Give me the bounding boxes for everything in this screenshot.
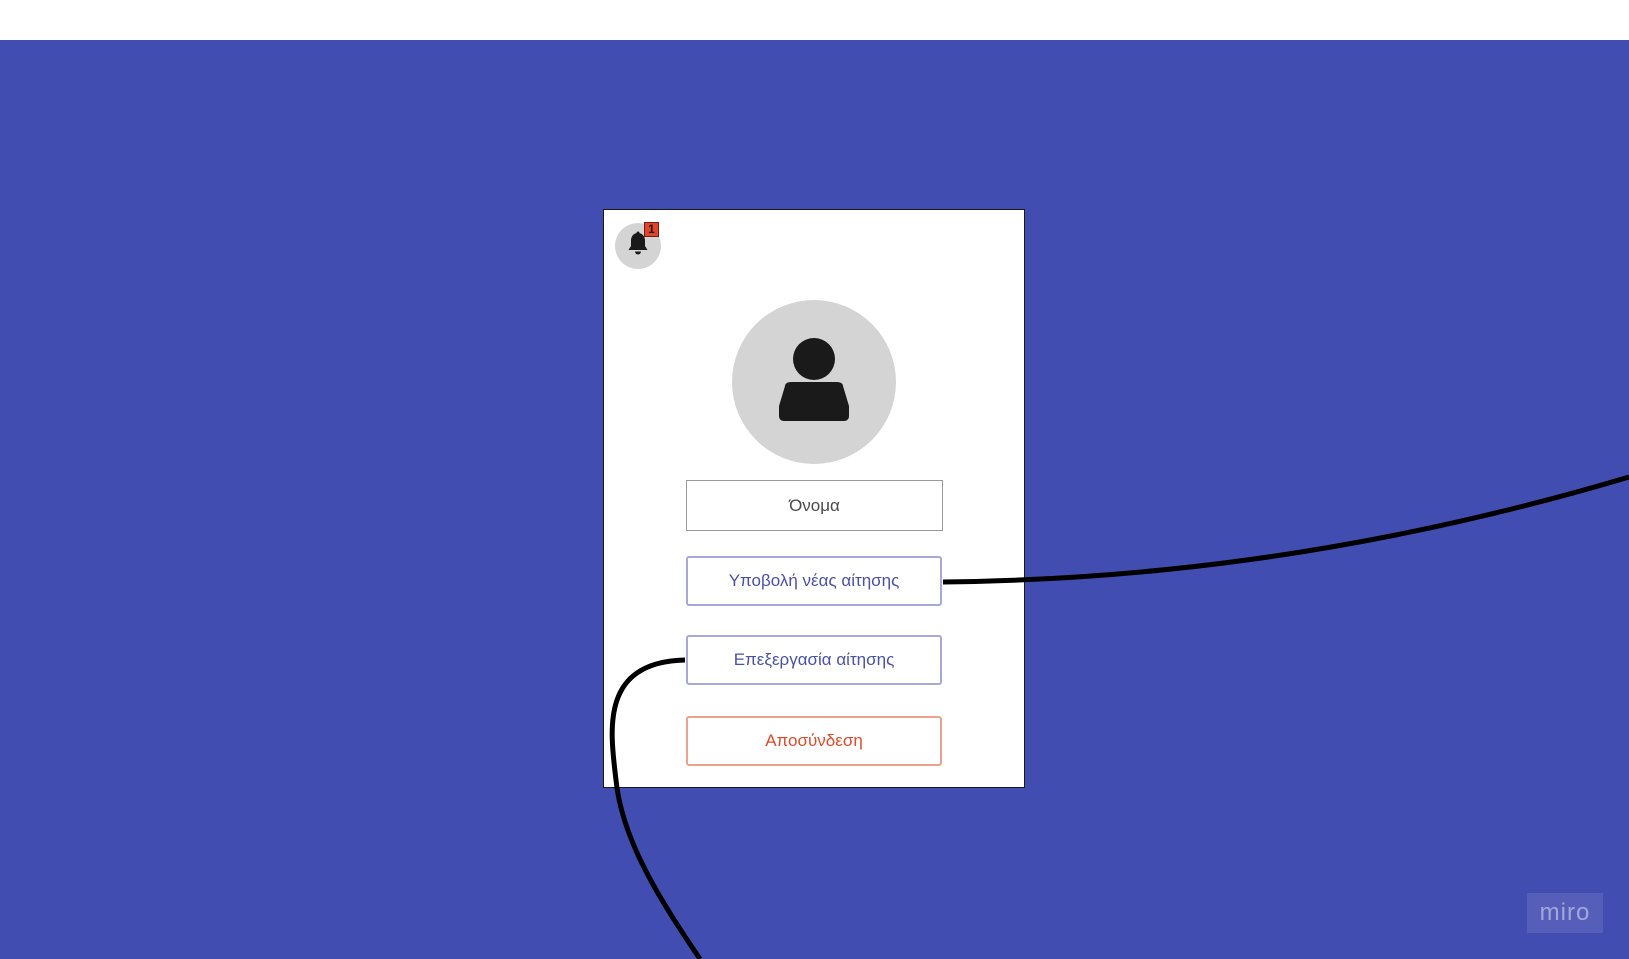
top-bar — [0, 0, 1629, 40]
profile-screen-frame[interactable]: 1 Όνομα Υποβολή νέας αίτησης Επεξεργασία… — [603, 209, 1025, 788]
user-icon — [777, 337, 851, 427]
submit-new-request-button[interactable]: Υποβολή νέας αίτησης — [686, 556, 942, 606]
name-field[interactable]: Όνομα — [686, 480, 943, 531]
logout-button[interactable]: Αποσύνδεση — [686, 716, 942, 766]
miro-watermark: miro — [1527, 893, 1603, 933]
notification-count-badge: 1 — [644, 222, 659, 237]
edit-request-button[interactable]: Επεξεργασία αίτησης — [686, 635, 942, 685]
avatar — [732, 300, 896, 464]
